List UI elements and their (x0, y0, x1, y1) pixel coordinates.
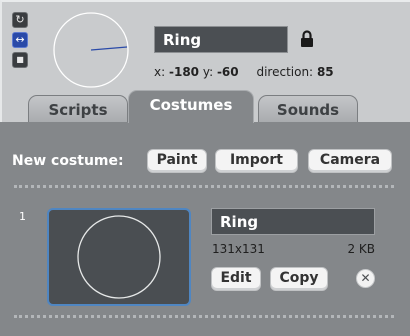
divider (14, 185, 394, 188)
costume-thumbnail[interactable] (47, 208, 191, 306)
x-value: -180 (168, 65, 200, 79)
x-label: x: (154, 65, 166, 79)
camera-button[interactable]: Camera (308, 149, 392, 173)
edit-button[interactable]: Edit (211, 267, 261, 291)
copy-button[interactable]: Copy (270, 267, 328, 291)
costume-file-size: 2 KB (347, 242, 375, 256)
close-icon: ✕ (360, 271, 371, 285)
tab-costumes[interactable]: Costumes (128, 90, 254, 123)
direction-value: 85 (316, 65, 334, 79)
sprite-position-readout: x: -180 y: -60 direction: 85 (154, 65, 334, 79)
y-label: y: (202, 65, 214, 79)
dont-rotate-icon[interactable]: ■ (12, 52, 28, 68)
rotate-all-around-icon[interactable]: ↻ (12, 12, 28, 28)
delete-costume-button[interactable]: ✕ (356, 269, 375, 288)
new-costume-label: New costume: (12, 153, 124, 169)
direction-dial[interactable] (52, 11, 130, 89)
lock-icon[interactable] (300, 30, 314, 48)
direction-label: direction: (256, 65, 314, 79)
costume-dimensions: 131x131 (212, 242, 265, 256)
paint-button[interactable]: Paint (147, 149, 207, 173)
tab-scripts[interactable]: Scripts (28, 95, 128, 124)
costumes-pane: New costume: Paint Import Camera 1 Ring … (0, 122, 410, 336)
ring-costume-image (77, 215, 161, 299)
left-right-flip-icon[interactable]: ↔ (12, 32, 28, 48)
y-value: -60 (216, 65, 239, 79)
costume-name-field[interactable]: Ring (211, 208, 375, 235)
costume-number: 1 (19, 210, 26, 223)
sprite-name-field[interactable]: Ring (154, 26, 288, 53)
tab-sounds[interactable]: Sounds (258, 95, 358, 124)
divider (14, 315, 394, 318)
import-button[interactable]: Import (215, 149, 298, 173)
